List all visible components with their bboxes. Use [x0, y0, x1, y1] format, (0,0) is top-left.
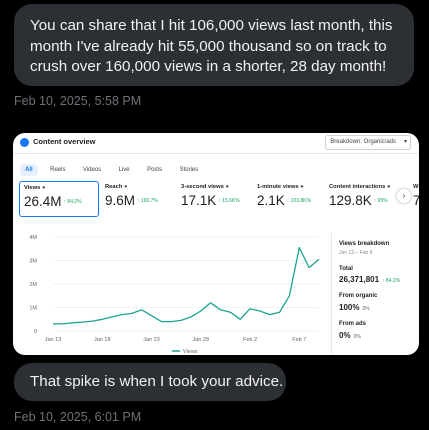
- metric-value: 129.8K ↑ 95%: [329, 193, 388, 208]
- x-tick-label: Jan 28: [193, 337, 210, 343]
- series-line: [53, 246, 320, 325]
- info-icon: ●: [387, 184, 391, 190]
- chart-grid: [53, 236, 319, 332]
- x-tick-label: Feb 2: [243, 337, 257, 343]
- ads-value: 0% 0%: [339, 331, 361, 340]
- chevron-down-icon: ▾: [403, 139, 407, 145]
- views-breakdown-panel: Views breakdown Jan 13 – Feb 9 Total 26,…: [331, 233, 419, 355]
- x-axis-ticks: Jan 13 Jan 18 Jan 23 Jan 28 Feb 2 Feb 7: [45, 337, 307, 343]
- views-line-chart: 0 1M 2M 3M 4M Jan 13 Jan 18 Jan 23 Jan 28 Feb 2 F…: [29, 235, 320, 355]
- ads-change: 0%: [353, 334, 361, 340]
- chart-legend: Views: [172, 349, 198, 355]
- message-bubble-1[interactable]: You can share that I hit 106,000 views l…: [14, 4, 414, 86]
- panel-title: Views breakdown: [339, 241, 390, 247]
- breakdown-dropdown: Breakdown: Organic/ads ▾: [325, 135, 411, 150]
- x-tick-label: Jan 23: [143, 337, 160, 343]
- message-timestamp: Feb 10, 2025, 6:01 PM: [14, 410, 142, 424]
- total-number: 26,371,801: [339, 275, 380, 284]
- metric-number: 129.8K: [329, 193, 372, 208]
- y-tick-label: 4M: [29, 235, 37, 241]
- total-change: ↑ 84.2%: [382, 278, 401, 284]
- panel-date-range: Jan 13 – Feb 9: [339, 250, 373, 256]
- ads-number: 0%: [339, 331, 351, 340]
- y-tick-label: 1M: [29, 306, 37, 312]
- total-value: 26,371,801 ↑ 84.2%: [339, 275, 400, 284]
- legend-label: Views: [183, 349, 198, 355]
- x-tick-label: Feb 7: [292, 337, 306, 343]
- organic-value: 100% 0%: [339, 303, 370, 312]
- metric-number: 7: [413, 193, 419, 208]
- chevron-right-icon: ›: [397, 189, 411, 203]
- y-axis-ticks: 0 1M 2M 3M 4M: [29, 235, 37, 335]
- metric-card-content-interactions: Content interactions ● 129.8K ↑ 95%: [325, 181, 403, 215]
- x-tick-label: Jan 18: [94, 337, 111, 343]
- screenshot-attachment[interactable]: Content overview Breakdown: Organic/ads …: [13, 133, 419, 355]
- message-text: You can share that I hit 106,000 views l…: [30, 17, 393, 75]
- message-timestamp: Feb 10, 2025, 5:58 PM: [14, 94, 142, 108]
- y-tick-label: 0: [34, 329, 37, 335]
- organic-change: 0%: [362, 306, 370, 312]
- organic-label: From organic: [339, 293, 378, 299]
- ads-label: From ads: [339, 321, 367, 327]
- breakdown-dropdown-label: Breakdown: Organic/ads: [330, 139, 396, 145]
- total-label: Total: [339, 266, 353, 272]
- organic-number: 100%: [339, 303, 360, 312]
- metric-label: W: [413, 184, 419, 190]
- metric-label-text: Content interactions: [329, 184, 386, 190]
- views-series: [52, 246, 320, 325]
- y-tick-label: 3M: [29, 259, 37, 265]
- x-tick-label: Jan 13: [45, 337, 62, 343]
- message-text: That spike is when I took your advice.: [30, 373, 284, 390]
- message-bubble-2[interactable]: That spike is when I took your advice.: [14, 363, 286, 401]
- metric-label: Content interactions ●: [329, 184, 391, 190]
- metric-change: ↑ 95%: [373, 198, 388, 204]
- y-tick-label: 2M: [29, 282, 37, 288]
